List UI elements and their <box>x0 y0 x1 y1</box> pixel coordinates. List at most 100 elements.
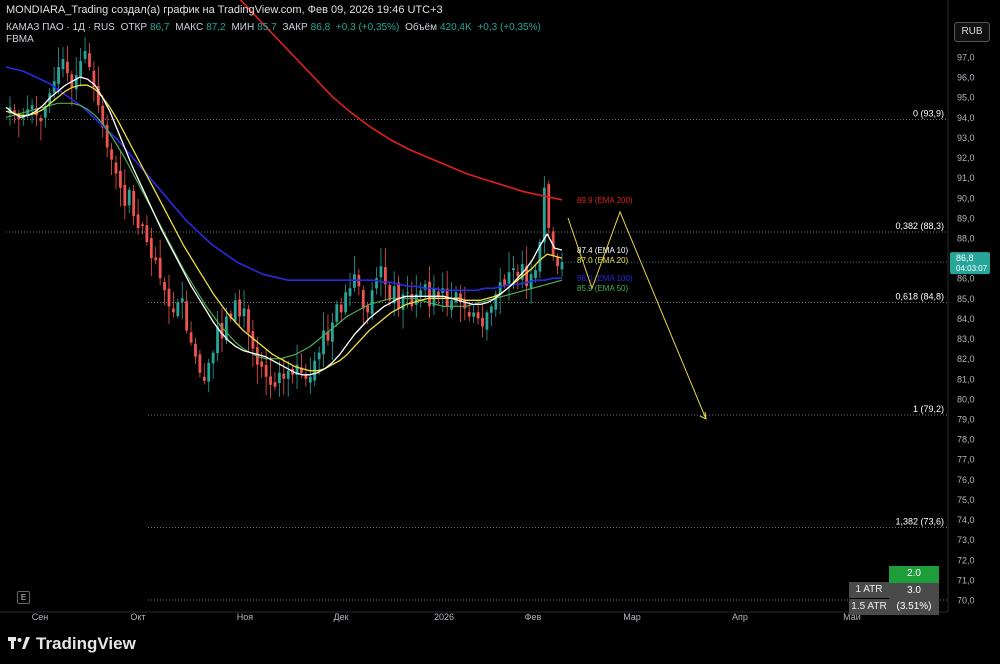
candle-body <box>353 274 356 288</box>
y-tick-label: 77,0 <box>957 455 975 465</box>
candle-body <box>189 332 193 343</box>
candle-body <box>194 343 197 357</box>
indicator-label[interactable]: FBMA <box>6 34 34 45</box>
candle-body <box>145 225 149 243</box>
tradingview-logo[interactable]: TradingView <box>8 634 136 654</box>
y-tick-label: 80,0 <box>957 394 975 404</box>
candle-body <box>454 292 458 303</box>
y-tick-label: 88,0 <box>957 234 975 244</box>
y-tick-label: 94,0 <box>957 113 975 123</box>
candle-body <box>317 352 321 360</box>
ema-value-label: 86.0 (EMA 100) <box>577 274 633 283</box>
y-tick-label: 97,0 <box>957 53 975 63</box>
events-button[interactable]: E <box>17 591 30 604</box>
y-tick-label: 84,0 <box>957 314 975 324</box>
x-tick-label: Мар <box>623 612 641 622</box>
chart-title: MONDIARA_Trading создал(а) график на Tra… <box>6 4 443 16</box>
symbol-ohlc-line: КАМАЗ ПАО · 1Д · RUS ОТКР 86,7 МАКС 87,2 М… <box>6 22 544 33</box>
candle-body <box>114 162 118 174</box>
projection-path <box>567 210 707 420</box>
candle-body <box>198 354 202 373</box>
symbol-label[interactable]: КАМАЗ ПАО · 1Д · RUS <box>6 22 115 33</box>
candle-body <box>485 312 489 330</box>
candle-body <box>57 67 60 84</box>
candle-body <box>185 301 189 331</box>
candle-body <box>375 278 378 289</box>
candle-body <box>220 323 224 339</box>
fib-level-label: 0,618 (84,8) <box>895 291 944 301</box>
candle-body <box>202 376 206 381</box>
ema10-line <box>5 76 563 376</box>
volume-label: Объём <box>405 22 437 33</box>
y-tick-label: 93,0 <box>957 133 975 143</box>
x-tick-label: 2026 <box>434 612 454 622</box>
candle-body <box>163 282 166 291</box>
x-tick-label: Апр <box>732 612 748 622</box>
candle-body <box>88 53 91 68</box>
ema50-line <box>5 102 563 360</box>
fib-level-label: 1,382 (73,6) <box>895 517 944 527</box>
fib-level-label: 0 (93,9) <box>913 108 944 118</box>
candle-body <box>238 299 242 317</box>
fib-level-label: 0,382 (88,3) <box>895 221 944 231</box>
current-price-value: 86,8 <box>956 253 974 263</box>
candle-body <box>361 290 365 309</box>
candle-body <box>547 184 551 228</box>
y-tick-label: 71,0 <box>957 575 975 585</box>
x-tick-label: Окт <box>130 612 145 622</box>
candle-body <box>556 257 559 267</box>
candle-body <box>282 373 286 379</box>
candle-body <box>286 370 290 379</box>
candle-body <box>436 291 440 297</box>
y-tick-label: 89,0 <box>957 213 975 223</box>
y-tick-label: 76,0 <box>957 475 975 485</box>
candle-body <box>339 304 343 313</box>
candle-body <box>472 312 476 317</box>
candle-body <box>79 61 83 78</box>
y-tick-label: 92,0 <box>957 153 975 163</box>
candle-body <box>132 190 136 216</box>
candle-body <box>273 382 277 387</box>
y-tick-label: 81,0 <box>957 374 975 384</box>
candle-body <box>158 257 162 279</box>
open-label: ОТКР <box>120 22 148 33</box>
price-chart[interactable]: 70,0 71,0 72,0 73,0 74,0 75,0 76,0 77,0 78,0 79,0… <box>0 0 1000 664</box>
y-tick-label: 75,0 <box>957 495 975 505</box>
candle-body <box>512 268 515 271</box>
candle-body <box>123 184 127 206</box>
candle-body <box>30 105 34 110</box>
candle-body <box>61 59 65 70</box>
atr-row-2: 1.5 ATR3.0 (3.51%) <box>849 583 939 615</box>
y-tick-label: 96,0 <box>957 73 975 83</box>
y-tick-label: 82,0 <box>957 354 975 364</box>
y-tick-label: 86,0 <box>957 274 975 284</box>
candle-body <box>308 376 312 383</box>
volume-change-value: +0,3 (+0,35%) <box>477 22 541 33</box>
candle-body <box>450 300 453 310</box>
candle-body <box>176 302 180 317</box>
candle-body <box>370 290 374 315</box>
candle-body <box>397 282 401 309</box>
atr-value: 3.0 (3.51%) <box>889 583 939 615</box>
currency-button[interactable]: RUB <box>954 22 990 42</box>
candle-body <box>463 299 467 309</box>
low-label: МИН <box>231 22 255 33</box>
candle-body <box>330 322 334 342</box>
candle-body <box>207 362 211 382</box>
current-price-timer: 04:03:07 <box>956 264 988 273</box>
change-value: +0,3 (+0,35%) <box>335 22 400 33</box>
y-tick-label: 85,0 <box>957 294 975 304</box>
candle-body <box>39 117 43 122</box>
y-tick-label: 95,0 <box>957 93 975 103</box>
x-tick-label: Сен <box>32 612 49 622</box>
candle-body <box>136 214 140 228</box>
ema100-line <box>5 66 562 292</box>
candle-body <box>110 149 113 160</box>
y-tick-label: 70,0 <box>957 596 975 606</box>
x-tick-label: Дек <box>333 612 348 622</box>
atr-label: 1.5 ATR <box>849 599 889 615</box>
candle-body <box>119 170 122 188</box>
y-tick-label: 91,0 <box>957 173 975 183</box>
y-tick-label: 83,0 <box>957 334 975 344</box>
candle-body <box>379 266 383 278</box>
